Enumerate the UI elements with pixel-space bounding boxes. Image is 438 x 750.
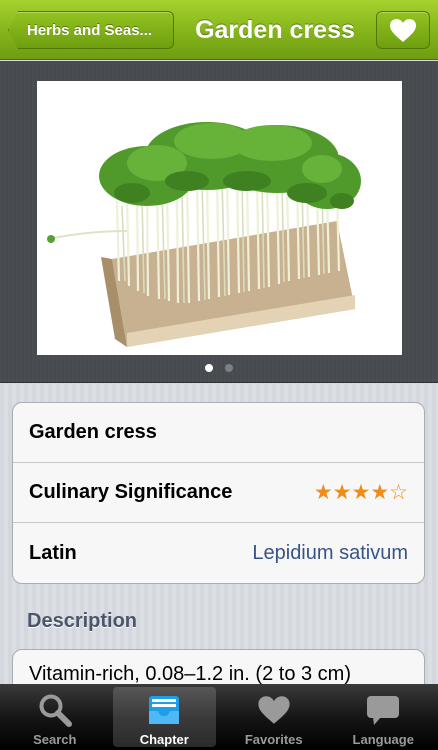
tab-chapter-label: Chapter (139, 732, 189, 747)
tab-chapter[interactable]: Chapter (110, 684, 220, 750)
search-icon (39, 694, 72, 727)
back-button[interactable]: Herbs and Seas... (8, 11, 174, 49)
latin-value: Lepidium sativum (252, 541, 408, 564)
detail-content[interactable]: Garden cress Culinary Significance ★★★★☆… (0, 384, 438, 729)
heart-icon (258, 696, 290, 724)
chapter-tray-icon (149, 696, 180, 724)
heart-icon (390, 18, 416, 42)
culinary-row: Culinary Significance ★★★★☆ (13, 463, 424, 523)
description-header: Description (27, 610, 138, 632)
description-text: Vitamin-rich, 0.08–1.2 in. (2 to 3 cm) (29, 663, 351, 685)
tab-search-label: Search (33, 732, 77, 747)
latin-row: Latin Lepidium sativum (13, 523, 424, 583)
latin-label: Latin (29, 541, 77, 564)
tab-favorites-label: Favorites (244, 732, 303, 747)
tab-bar: Search Chapter Favorites Language (0, 684, 438, 750)
back-button-label: Herbs and Seas... (27, 21, 153, 39)
page-dot-1[interactable] (205, 364, 213, 372)
tab-language-label: Language (352, 732, 414, 747)
garden-cress-photo[interactable] (37, 81, 402, 355)
tab-favorites[interactable]: Favorites (219, 684, 329, 750)
detail-table: Garden cress Culinary Significance ★★★★☆… (12, 402, 425, 584)
navigation-bar: Herbs and Seas... Garden cress (0, 0, 438, 60)
favorite-button[interactable] (376, 11, 430, 49)
page-dot-2[interactable] (225, 364, 233, 372)
culinary-label: Culinary Significance (29, 481, 233, 503)
name-row: Garden cress (13, 403, 424, 463)
page-title: Garden cress (195, 15, 355, 44)
image-gallery[interactable] (0, 61, 438, 383)
culinary-rating-stars: ★★★★☆ (313, 481, 408, 504)
tab-language[interactable]: Language (329, 684, 438, 750)
speech-bubble-icon (367, 696, 400, 725)
page-indicator[interactable] (0, 364, 438, 372)
tab-search[interactable]: Search (0, 684, 110, 750)
cress-illustration (47, 122, 361, 347)
plant-name: Garden cress (29, 421, 157, 443)
